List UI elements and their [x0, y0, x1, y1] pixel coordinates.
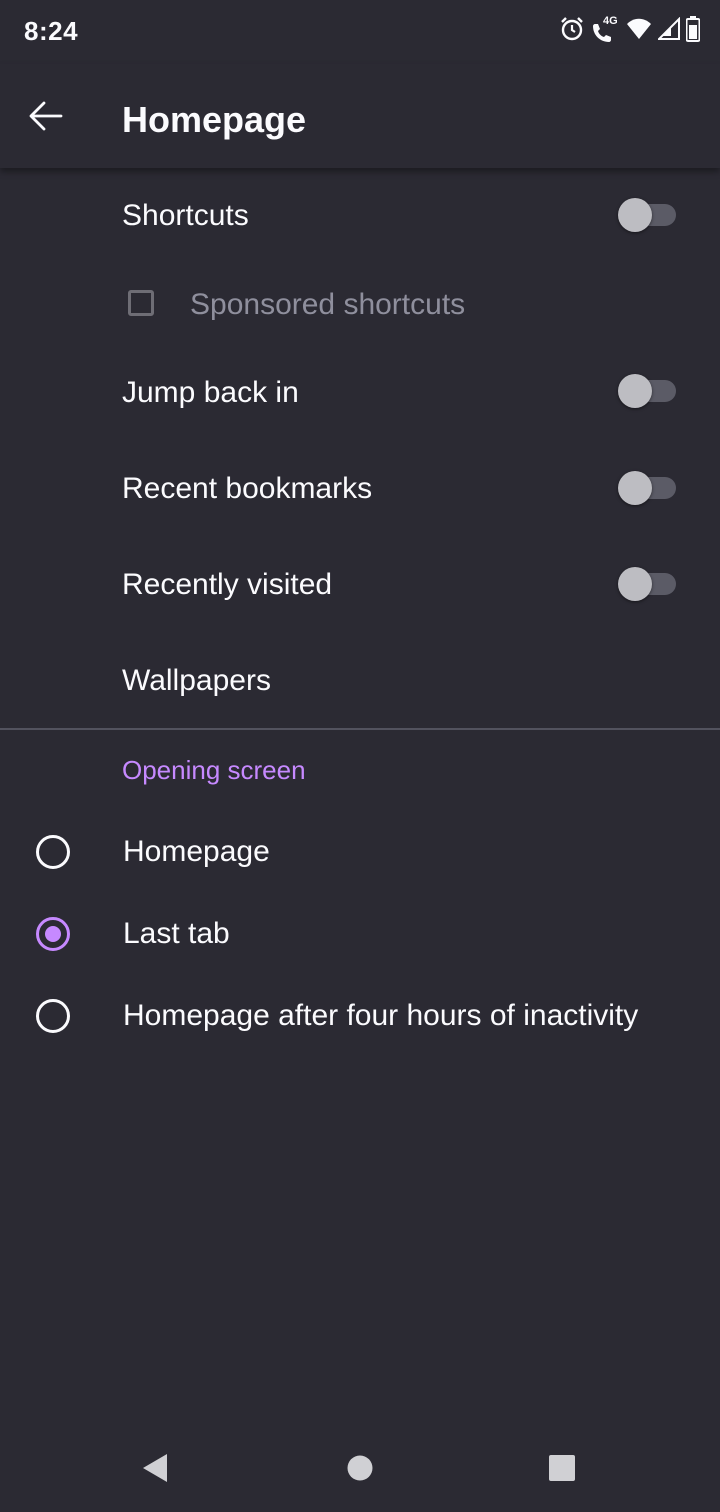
status-time: 8:24: [24, 16, 79, 46]
nav-back-icon: [141, 1452, 169, 1489]
toggle-thumb: [618, 374, 652, 408]
shortcuts-toggle[interactable]: [618, 198, 678, 232]
jump-back-in-label: Jump back in: [122, 376, 299, 409]
network-type-label: 4G: [603, 15, 618, 27]
opening-screen-option-homepage[interactable]: Homepage: [0, 806, 720, 896]
jump-back-in-setting[interactable]: Jump back in: [0, 346, 720, 436]
sponsored-shortcuts-label: Sponsored shortcuts: [190, 288, 466, 321]
nav-recents-button[interactable]: [542, 1450, 582, 1490]
signal-icon: [656, 16, 680, 46]
page-title: Homepage: [122, 99, 307, 140]
opening-screen-section-title: Opening screen: [122, 755, 306, 785]
battery-icon: [685, 15, 701, 47]
option-label: Homepage after four hours of inactivity: [123, 999, 639, 1032]
recently-visited-toggle[interactable]: [618, 567, 678, 601]
arrow-left-icon: [28, 98, 64, 139]
nav-recents-icon: [548, 1454, 576, 1487]
toggle-thumb: [618, 567, 652, 601]
system-nav-bar: [0, 1428, 720, 1512]
radio-button[interactable]: [36, 835, 70, 869]
alarm-icon: [560, 16, 584, 47]
opening-screen-option-after-inactivity[interactable]: Homepage after four hours of inactivity: [0, 970, 720, 1060]
recent-bookmarks-label: Recent bookmarks: [122, 472, 373, 505]
nav-back-button[interactable]: [135, 1450, 175, 1490]
sponsored-shortcuts-setting[interactable]: Sponsored shortcuts: [0, 260, 720, 350]
recently-visited-setting[interactable]: Recently visited: [0, 538, 720, 628]
wallpapers-setting[interactable]: Wallpapers: [0, 634, 720, 724]
status-icons: 4G: [560, 15, 701, 47]
volte-call-icon: 4G: [590, 15, 620, 45]
radio-button-selected[interactable]: [36, 917, 70, 951]
recent-bookmarks-toggle[interactable]: [618, 471, 678, 505]
app-bar: Homepage: [0, 64, 720, 168]
radio-button[interactable]: [36, 999, 70, 1033]
wifi-icon: [626, 18, 652, 45]
opening-screen-option-last-tab[interactable]: Last tab: [0, 888, 720, 978]
sponsored-shortcuts-checkbox[interactable]: [128, 290, 154, 316]
recent-bookmarks-setting[interactable]: Recent bookmarks: [0, 442, 720, 532]
status-bar: 8:24 4G: [0, 0, 720, 64]
recently-visited-label: Recently visited: [122, 568, 333, 601]
divider: [0, 728, 720, 730]
option-label: Last tab: [123, 917, 230, 950]
jump-back-in-toggle[interactable]: [618, 374, 678, 408]
wallpapers-label: Wallpapers: [122, 664, 271, 697]
shortcuts-label: Shortcuts: [122, 199, 249, 232]
nav-home-button[interactable]: [340, 1450, 380, 1490]
nav-home-icon: [346, 1454, 374, 1487]
back-button[interactable]: [14, 86, 78, 150]
toggle-thumb: [618, 198, 652, 232]
option-label: Homepage: [123, 835, 270, 868]
shortcuts-setting[interactable]: Shortcuts: [0, 170, 720, 260]
toggle-thumb: [618, 471, 652, 505]
